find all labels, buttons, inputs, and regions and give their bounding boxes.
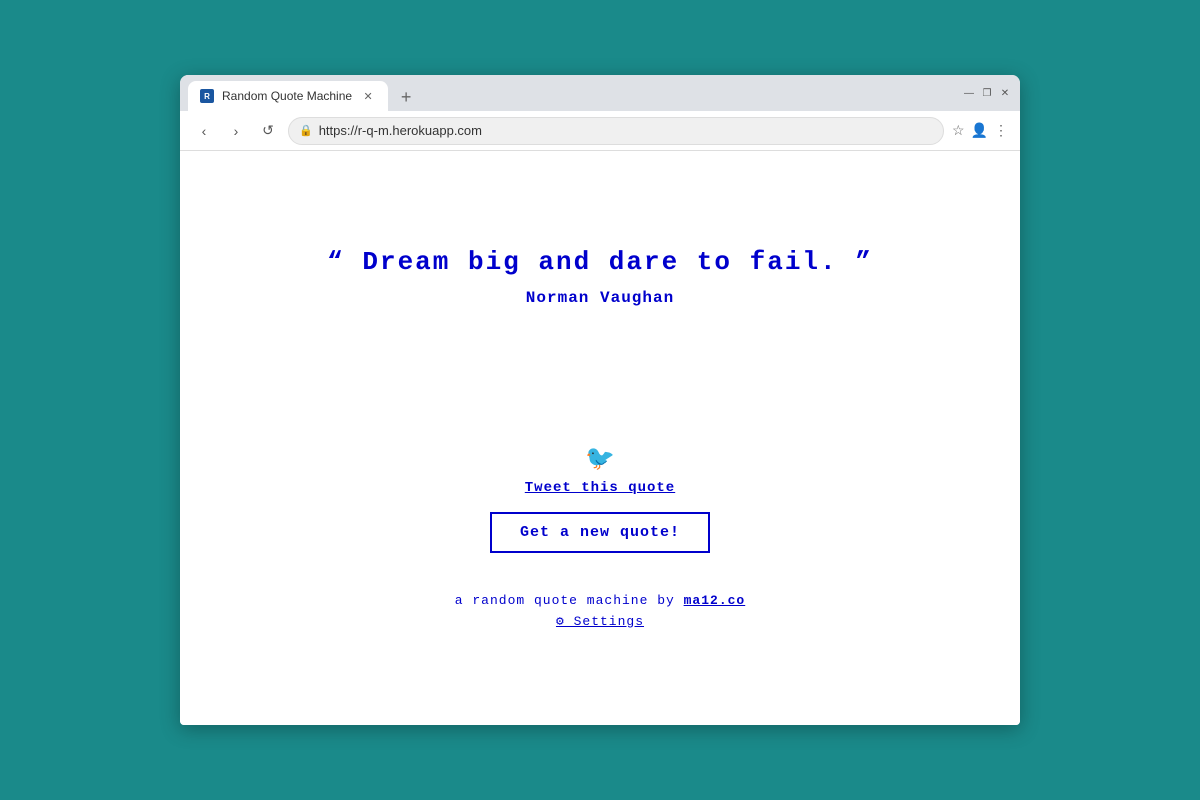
window-controls: — ❐ ✕ (962, 86, 1012, 100)
twitter-section: 🐦 Tweet this quote (525, 444, 675, 496)
restore-button[interactable]: ❐ (980, 86, 994, 100)
settings-link[interactable]: ⚙ Settings (556, 614, 644, 629)
footer-link[interactable]: ma12.co (684, 593, 746, 608)
footer-text: a random quote machine by ma12.co (455, 593, 745, 608)
browser-window: R Random Quote Machine ✕ + — ❐ ✕ ‹ › ↺ 🔒… (180, 75, 1020, 725)
bookmark-icon[interactable]: ☆ (952, 122, 965, 139)
forward-button[interactable]: › (224, 119, 248, 143)
back-button[interactable]: ‹ (192, 119, 216, 143)
new-quote-button[interactable]: Get a new quote! (490, 512, 710, 553)
minimize-button[interactable]: — (962, 86, 976, 100)
profile-icon[interactable]: 👤 (971, 122, 988, 139)
quote-author: Norman Vaughan (526, 289, 674, 307)
tab-title: Random Quote Machine (222, 89, 352, 103)
tab-favicon: R (200, 89, 214, 103)
footer-prefix: a random quote machine by (455, 593, 684, 608)
menu-icon[interactable]: ⋮ (994, 122, 1008, 139)
tab-close-button[interactable]: ✕ (360, 88, 376, 104)
address-actions: ☆ 👤 ⋮ (952, 122, 1008, 139)
tab-strip: R Random Quote Machine ✕ + (188, 75, 962, 111)
page-content: “ Dream big and dare to fail. ” Norman V… (180, 151, 1020, 725)
refresh-button[interactable]: ↺ (256, 119, 280, 143)
twitter-icon: 🐦 (585, 444, 615, 474)
active-tab[interactable]: R Random Quote Machine ✕ (188, 81, 388, 111)
lock-icon: 🔒 (299, 124, 313, 137)
url-text: https://r-q-m.herokuapp.com (319, 123, 482, 138)
title-bar: R Random Quote Machine ✕ + — ❐ ✕ (180, 75, 1020, 111)
url-bar[interactable]: 🔒 https://r-q-m.herokuapp.com (288, 117, 944, 145)
quote-display: “ Dream big and dare to fail. ” (327, 247, 873, 277)
close-button[interactable]: ✕ (998, 86, 1012, 100)
address-bar: ‹ › ↺ 🔒 https://r-q-m.herokuapp.com ☆ 👤 … (180, 111, 1020, 151)
tweet-link[interactable]: Tweet this quote (525, 480, 675, 496)
new-tab-button[interactable]: + (392, 83, 420, 111)
